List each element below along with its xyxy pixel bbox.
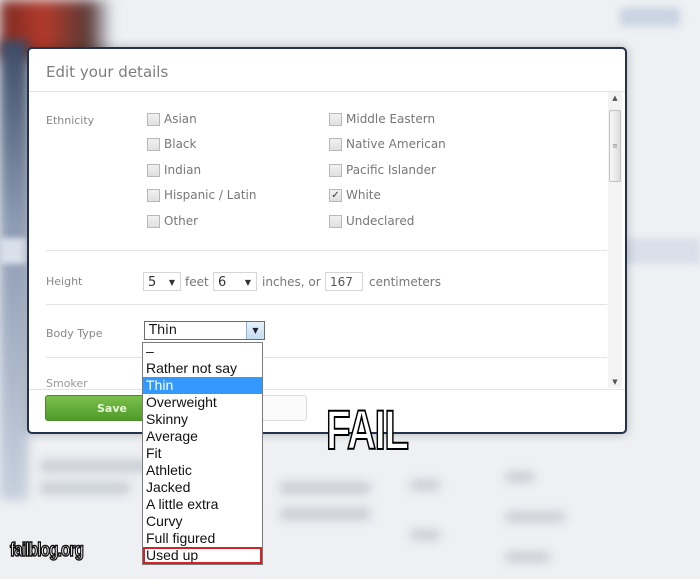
checkbox-other[interactable]: Other <box>147 214 198 228</box>
grip-icon: ≡ <box>612 142 618 150</box>
checkbox-label: Hispanic / Latin <box>164 188 257 202</box>
checkbox-label: Pacific Islander <box>346 163 436 177</box>
centimeters-label: centimeters <box>369 275 441 289</box>
feet-label: feet <box>185 275 209 289</box>
checkbox-hispanic-latin[interactable]: Hispanic / Latin <box>147 188 256 202</box>
checkbox-asian[interactable]: Asian <box>147 112 197 126</box>
dropdown-option[interactable]: Skinny <box>143 411 262 428</box>
section-divider <box>46 357 607 358</box>
inches-label: inches, or <box>262 275 321 289</box>
dropdown-option[interactable]: Fit <box>143 445 262 462</box>
height-cm-input[interactable]: 167 <box>325 272 363 291</box>
dropdown-option[interactable]: Overweight <box>143 394 262 411</box>
checkbox-box[interactable] <box>147 137 160 151</box>
checkbox-label: Other <box>164 214 199 228</box>
background-button <box>620 8 680 26</box>
checkbox-box[interactable] <box>329 214 342 228</box>
scrollbar-thumb[interactable]: ≡ <box>609 110 621 182</box>
dropdown-option-selected[interactable]: Thin <box>143 377 262 394</box>
checkbox-box[interactable] <box>147 214 160 228</box>
edit-details-dialog: Edit your details Ethnicity Asian Black … <box>27 47 627 434</box>
checkbox-pacific-islander[interactable]: Pacific Islander <box>329 163 436 177</box>
chevron-down-icon[interactable]: ▼ <box>246 322 264 339</box>
dropdown-option[interactable]: Rather not say <box>143 360 262 377</box>
checkbox-label: Black <box>164 137 197 151</box>
dialog-title: Edit your details <box>46 63 169 81</box>
dialog-content: Ethnicity Asian Black Indian Hispanic / … <box>29 92 607 388</box>
height-inches-select[interactable]: 6 ▼ <box>213 272 257 291</box>
body-type-value: Thin <box>149 323 178 338</box>
background-text <box>505 472 535 482</box>
background-text <box>505 512 565 522</box>
checkbox-box[interactable] <box>329 112 342 126</box>
scroll-up-icon[interactable]: ▲ <box>608 94 622 102</box>
dropdown-option[interactable]: – <box>143 343 262 360</box>
ethnicity-label: Ethnicity <box>46 114 95 127</box>
checkbox-box[interactable] <box>147 163 160 177</box>
body-type-select[interactable]: Thin ▼ <box>144 321 265 340</box>
dropdown-option[interactable]: Jacked <box>143 479 262 496</box>
checkbox-label: Middle Eastern <box>346 112 436 126</box>
checkmark-icon[interactable]: ✓ <box>329 188 342 202</box>
dropdown-option-highlighted[interactable]: Used up <box>143 547 262 564</box>
checkbox-box[interactable] <box>147 112 160 126</box>
chevron-down-icon: ▼ <box>168 278 175 287</box>
checkbox-black[interactable]: Black <box>147 137 196 151</box>
smoker-label: Smoker <box>46 377 88 388</box>
dropdown-option[interactable]: Athletic <box>143 462 262 479</box>
failblog-watermark: failblog.org <box>9 539 84 562</box>
section-divider <box>46 304 607 305</box>
background-text <box>505 552 550 562</box>
height-feet-select[interactable]: 5 ▼ <box>143 272 181 291</box>
background-text <box>410 530 440 540</box>
feet-value: 5 <box>148 275 157 290</box>
body-type-label: Body Type <box>46 327 103 340</box>
scroll-down-icon[interactable]: ▼ <box>608 378 622 386</box>
fail-overlay-text: FAIL <box>325 398 409 461</box>
background-text <box>280 508 370 520</box>
checkbox-box[interactable] <box>147 188 160 202</box>
background-sidebar <box>0 40 28 500</box>
checkbox-label: White <box>346 188 381 202</box>
background-text <box>40 482 130 494</box>
background-text <box>410 480 440 490</box>
chevron-down-icon: ▼ <box>244 278 251 287</box>
background-text <box>280 482 370 494</box>
checkbox-box[interactable] <box>329 137 342 151</box>
dropdown-option[interactable]: Curvy <box>143 513 262 530</box>
body-type-dropdown-list[interactable]: – Rather not say Thin Overweight Skinny … <box>142 342 263 565</box>
footer-divider <box>29 389 625 390</box>
checkbox-middle-eastern[interactable]: Middle Eastern <box>329 112 435 126</box>
checkbox-label: Undeclared <box>346 214 415 228</box>
checkbox-white[interactable]: ✓ White <box>329 188 381 202</box>
checkbox-label: Indian <box>164 163 202 177</box>
checkbox-box[interactable] <box>329 163 342 177</box>
dropdown-option[interactable]: Average <box>143 428 262 445</box>
checkbox-undeclared[interactable]: Undeclared <box>329 214 414 228</box>
checkbox-label: Asian <box>164 112 197 126</box>
dropdown-option[interactable]: Full figured <box>143 530 262 547</box>
inches-value: 6 <box>218 275 227 290</box>
section-divider <box>46 250 607 251</box>
checkbox-label: Native American <box>346 137 446 151</box>
dialog-scrollbar[interactable]: ▲ ≡ ▼ <box>608 92 622 388</box>
checkbox-native-american[interactable]: Native American <box>329 137 446 151</box>
dropdown-option[interactable]: A little extra <box>143 496 262 513</box>
checkbox-indian[interactable]: Indian <box>147 163 201 177</box>
height-label: Height <box>46 275 83 288</box>
